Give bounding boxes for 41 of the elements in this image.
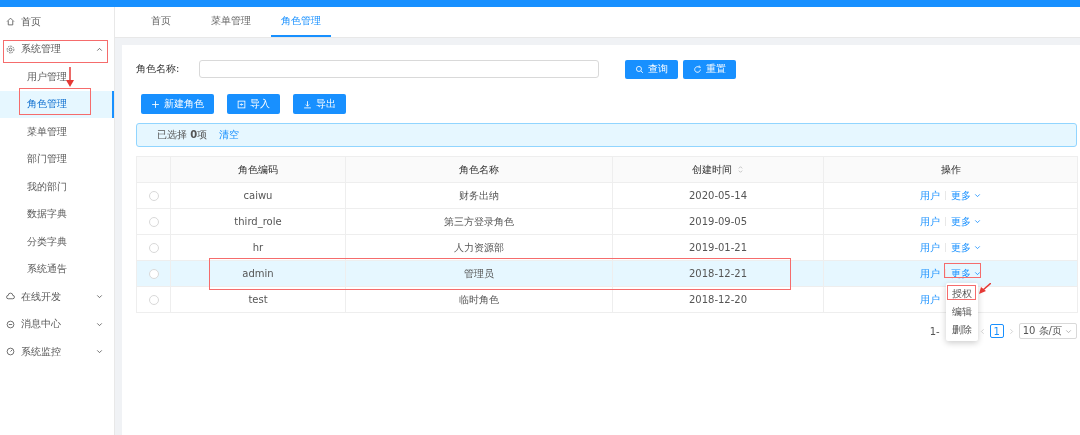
tab[interactable]: 菜单管理: [201, 7, 261, 37]
sidebar-item[interactable]: 消息中心: [0, 310, 114, 338]
sidebar-item[interactable]: 系统通告: [0, 255, 114, 283]
table-cell: hr: [170, 234, 346, 261]
table-row[interactable]: third_role 第三方登录角色 2019-09-05 用户 更多: [136, 208, 1078, 235]
column-header: 操作: [823, 156, 1078, 183]
sidebar-item[interactable]: 用户管理: [0, 63, 114, 91]
table-cell: 2018-12-20: [612, 286, 824, 313]
field-label: 角色名称:: [136, 62, 181, 76]
sidebar-item[interactable]: 系统监控: [0, 338, 114, 366]
table-cell: 2018-12-21: [612, 260, 824, 287]
table-cell: 人力资源部: [345, 234, 613, 261]
tab[interactable]: 首页: [131, 7, 191, 37]
page-range: 1-: [929, 325, 940, 337]
menu-item[interactable]: 删除: [946, 321, 978, 339]
table-cell: 管理员: [345, 260, 613, 287]
table-cell: 临时角色: [345, 286, 613, 313]
sidebar-item[interactable]: 系统管理: [0, 35, 114, 63]
table-row[interactable]: caiwu 财务出纳 2020-05-14 用户 更多: [136, 182, 1078, 209]
sidebar-item[interactable]: 分类字典: [0, 228, 114, 256]
sidebar-item[interactable]: 数据字典: [0, 200, 114, 228]
table-cell: 2020-05-14: [612, 182, 824, 209]
table-cell: 2019-09-05: [612, 208, 824, 235]
selection-count: 已选择 0项: [157, 128, 208, 142]
sidebar-item[interactable]: 首页: [0, 8, 114, 36]
table-cell: 2019-01-21: [612, 234, 824, 261]
table-cell: 财务出纳: [345, 182, 613, 209]
table-cell: test: [170, 286, 346, 313]
sidebar-item[interactable]: 菜单管理: [0, 118, 114, 146]
column-header: 角色名称: [345, 156, 613, 183]
table-cell: third_role: [170, 208, 346, 235]
sidebar-item[interactable]: 在线开发: [0, 283, 114, 311]
sidebar-item[interactable]: 部门管理: [0, 145, 114, 173]
sidebar-item[interactable]: 角色管理: [0, 90, 114, 118]
column-header: 角色编码: [170, 156, 346, 183]
table-cell: admin: [170, 260, 346, 287]
table-cell: caiwu: [170, 182, 346, 209]
column-header[interactable]: 创建时间: [612, 156, 824, 183]
table-cell: 第三方登录角色: [345, 208, 613, 235]
sidebar-item[interactable]: 我的部门: [0, 173, 114, 201]
page-size-select[interactable]: 10 条/页: [1018, 323, 1077, 339]
